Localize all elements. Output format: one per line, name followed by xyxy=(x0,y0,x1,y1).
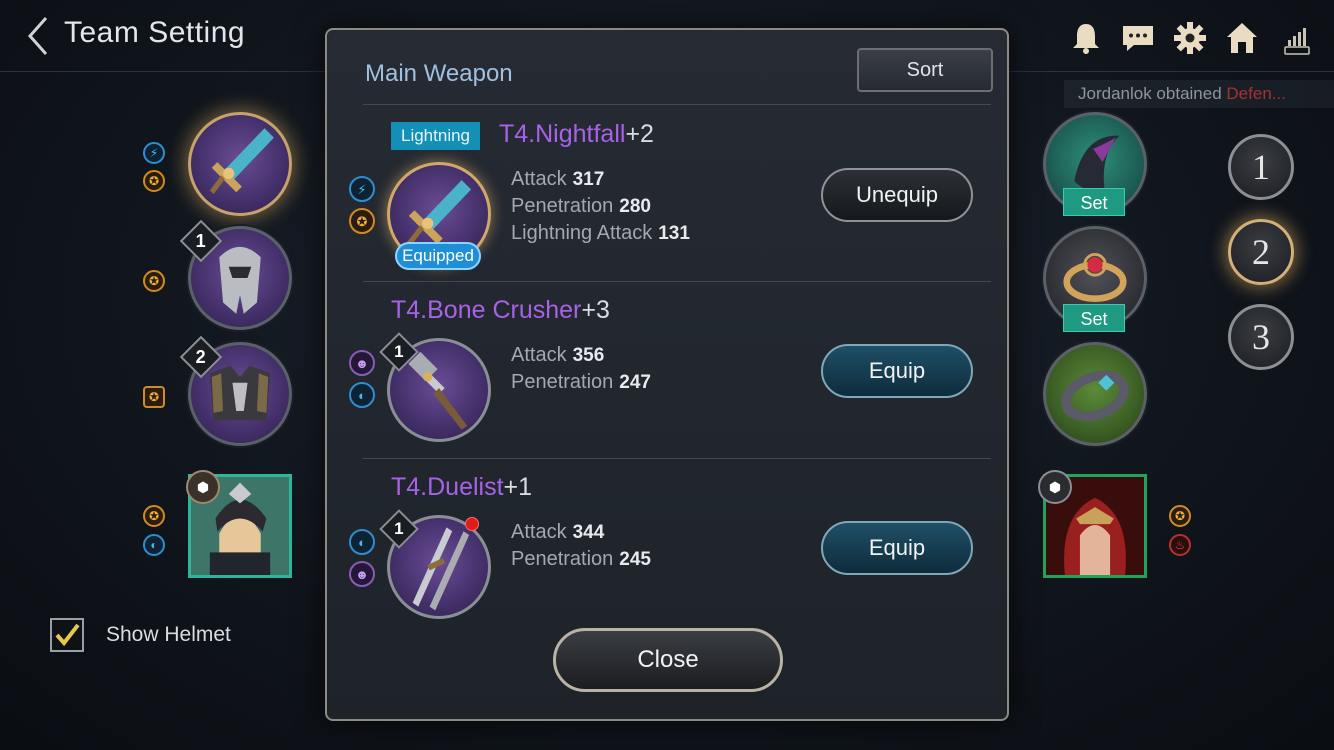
unequip-button[interactable]: Unequip xyxy=(821,168,973,222)
page-title: Team Setting xyxy=(64,16,246,49)
star-icon: ✪ xyxy=(143,270,165,292)
signal-icon xyxy=(1278,18,1318,58)
chat-icon[interactable] xyxy=(1118,18,1158,58)
stat-row: Penetration 280 xyxy=(511,195,651,217)
class-icon: ⬢ xyxy=(1038,470,1072,504)
helmet-checkbox[interactable] xyxy=(50,618,84,652)
weapon-name: T4.Bone Crusher+3 xyxy=(391,296,610,325)
set-tag: Set xyxy=(1063,188,1125,216)
wind-icon: ◐ xyxy=(143,534,165,556)
star-icon: ✪ xyxy=(143,170,165,192)
divider xyxy=(363,281,991,282)
close-button[interactable]: Close xyxy=(553,628,783,692)
notice-text: Jordanlok obtained xyxy=(1078,84,1222,103)
enhance-level: +2 xyxy=(625,120,654,148)
weapon-list-item[interactable]: T4.Duelist+1 ◐ ☻ 1 Attack 344 Penetration… xyxy=(327,463,1011,639)
stat-row: Penetration 247 xyxy=(511,371,651,393)
preset-button-3[interactable]: 3 xyxy=(1228,304,1294,370)
show-helmet-toggle[interactable]: Show Helmet xyxy=(50,618,231,652)
show-helmet-label: Show Helmet xyxy=(106,623,231,646)
star-icon: ✪ xyxy=(143,505,165,527)
bracelet-slot[interactable] xyxy=(1043,342,1147,446)
stat-row: Attack 356 xyxy=(511,344,605,366)
weapon-name: T4.Nightfall+2 xyxy=(499,120,654,149)
spirit-icon: ☻ xyxy=(349,561,375,587)
shield-icon: ✪ xyxy=(143,386,165,408)
divider xyxy=(363,458,991,459)
enhance-level: +1 xyxy=(503,473,533,501)
equip-button[interactable]: Equip xyxy=(821,521,973,575)
weapon-list-item[interactable]: Lightning T4.Nightfall+2 ⚡ ✪ Equipped At… xyxy=(327,110,1011,286)
stat-row: Lightning Attack 131 xyxy=(511,222,690,244)
weapon-stats: Attack 344 Penetration 245 xyxy=(511,519,651,573)
weapon-name-text: T4.Duelist xyxy=(391,473,504,501)
preset-button-2[interactable]: 2 xyxy=(1228,219,1294,285)
spirit-icon: ☻ xyxy=(349,350,375,376)
weapon-slot[interactable] xyxy=(188,112,292,216)
star-icon: ✪ xyxy=(349,208,375,234)
preset-button-1[interactable]: 1 xyxy=(1228,134,1294,200)
enhance-level: +3 xyxy=(581,296,610,324)
gear-icon[interactable] xyxy=(1170,18,1210,58)
wind-icon: ◐ xyxy=(349,529,375,555)
home-icon[interactable] xyxy=(1222,18,1262,58)
weapon-name-text: T4.Bone Crusher xyxy=(391,296,582,324)
modal-title: Main Weapon xyxy=(365,60,513,87)
equipped-badge: Equipped xyxy=(395,242,481,270)
equip-button[interactable]: Equip xyxy=(821,344,973,398)
wind-icon: ◐ xyxy=(349,382,375,408)
new-item-dot xyxy=(465,517,479,531)
back-arrow-icon[interactable] xyxy=(24,14,54,58)
weapon-name: T4.Duelist+1 xyxy=(391,473,532,502)
notice-highlight: Defen... xyxy=(1226,84,1286,103)
stat-row: Attack 344 xyxy=(511,521,605,543)
set-tag: Set xyxy=(1063,304,1125,332)
weapon-list-item[interactable]: T4.Bone Crusher+3 ☻ ◐ 1 Attack 356 Penetr… xyxy=(327,286,1011,462)
weapon-stats: Attack 356 Penetration 247 xyxy=(511,342,651,396)
element-tag: Lightning xyxy=(391,122,481,150)
weapon-name-text: T4.Nightfall xyxy=(499,120,626,148)
bell-icon[interactable] xyxy=(1066,18,1106,58)
weapon-stats: Attack 317 Penetration 280 Lightning Attac… xyxy=(511,166,690,247)
stat-row: Attack 317 xyxy=(511,168,605,190)
lightning-icon: ⚡ xyxy=(349,176,375,202)
star-icon: ✪ xyxy=(1169,505,1191,527)
stat-row: Penetration 245 xyxy=(511,548,651,570)
fire-icon: ♨ xyxy=(1169,534,1191,556)
sort-button[interactable]: Sort xyxy=(857,48,993,92)
lightning-icon: ⚡ xyxy=(143,142,165,164)
notification-banner: Jordanlok obtained Defen... xyxy=(1064,80,1334,108)
weapon-select-modal: Main Weapon Sort Lightning T4.Nightfall+… xyxy=(325,28,1009,721)
class-icon: ⬢ xyxy=(186,470,220,504)
divider xyxy=(363,104,991,105)
